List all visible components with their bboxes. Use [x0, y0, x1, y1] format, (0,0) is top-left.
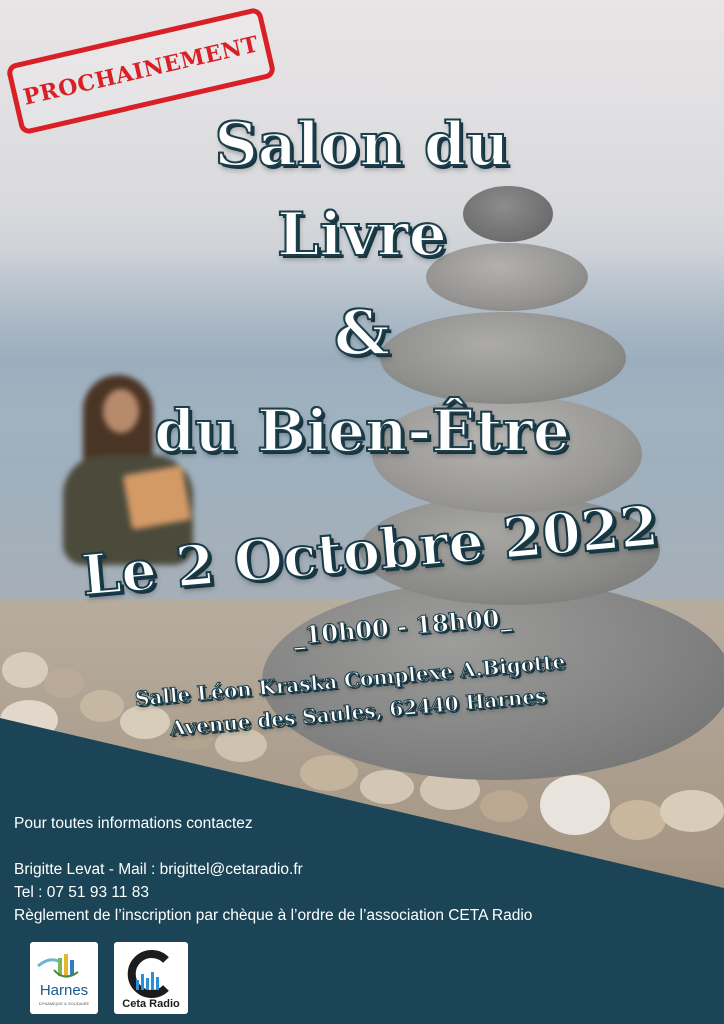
contact-intro: Pour toutes informations contactez	[14, 815, 253, 832]
pebble	[480, 790, 528, 822]
harnes-logo-tagline: DYNAMIQUE & SOLIDAIRE	[38, 1001, 90, 1006]
poster: PROCHAINEMENT Salon du Livre & du Bien-Ê…	[0, 0, 724, 1024]
title-line-4: du Bien-Être	[153, 396, 571, 466]
harnes-logo-name: Harnes	[39, 982, 89, 999]
title-line-1: Salon du	[213, 109, 510, 181]
title-line-2: Livre	[276, 199, 448, 271]
pebble	[300, 755, 358, 791]
title-line-3: &	[333, 295, 391, 370]
harnes-logo: Harnes DYNAMIQUE & SOLIDAIRE	[30, 942, 98, 1014]
ceta-radio-logo-name: Ceta Radio	[122, 998, 180, 1010]
pebble	[540, 775, 610, 835]
pebble	[660, 790, 724, 832]
stamp-text: PROCHAINEMENT	[20, 31, 262, 111]
pebble	[610, 800, 666, 840]
pebble	[360, 770, 414, 804]
contact-name-mail: Brigitte Levat - Mail : brigittel@cetara…	[14, 861, 303, 878]
ceta-radio-logo: Ceta Radio	[114, 942, 188, 1014]
contact-payment: Règlement de l’inscription par chèque à …	[14, 907, 533, 924]
contact-tel: Tel : 07 51 93 11 83	[14, 884, 150, 901]
